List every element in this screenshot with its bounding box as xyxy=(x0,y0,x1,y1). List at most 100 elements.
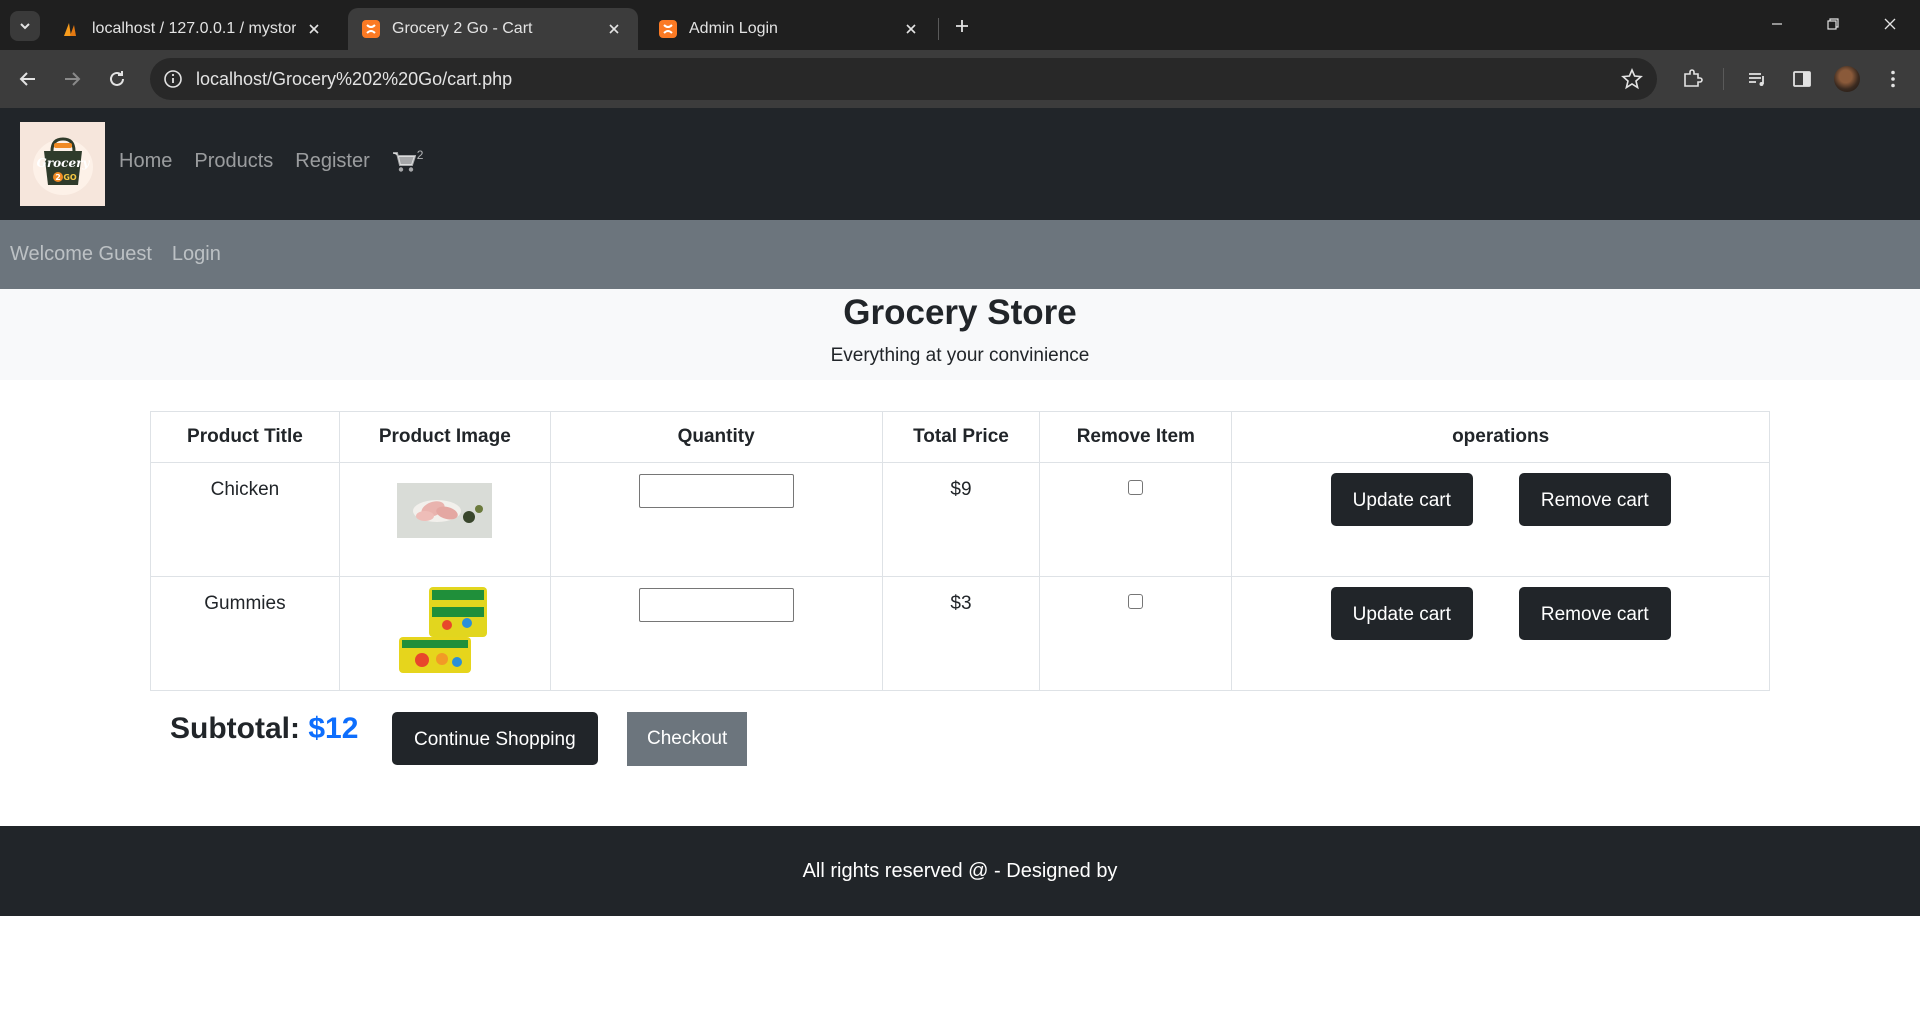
close-icon[interactable] xyxy=(304,19,324,39)
close-icon xyxy=(1884,18,1896,30)
reload-button[interactable] xyxy=(101,63,133,95)
chicken-product-image xyxy=(397,483,493,538)
tab-label: Admin Login xyxy=(689,20,778,37)
column-header: Quantity xyxy=(549,411,883,463)
page-content: Grocery 2 GO Home Products Register 2 We… xyxy=(0,108,1920,1020)
tab-separator xyxy=(938,18,939,40)
tab-grocery-cart[interactable]: Grocery 2 Go - Cart xyxy=(348,8,638,50)
tab-label: Grocery 2 Go - Cart xyxy=(392,20,533,37)
nav-cart-link[interactable]: 2 xyxy=(392,147,424,173)
column-header: Product Title xyxy=(150,411,340,463)
close-icon[interactable] xyxy=(901,19,921,39)
tab-mystore[interactable]: localhost / 127.0.0.1 / mystore | xyxy=(48,8,338,50)
remove-item-cell xyxy=(1039,576,1233,691)
site-navbar: Grocery 2 GO Home Products Register 2 xyxy=(0,108,1920,220)
table-header-row: Product Title Product Image Quantity Tot… xyxy=(150,411,1770,463)
toolbar-separator xyxy=(1723,68,1724,90)
nav-home-link[interactable]: Home xyxy=(119,150,172,173)
bookmark-star-icon[interactable] xyxy=(1621,68,1643,90)
nav-products-link[interactable]: Products xyxy=(194,150,273,173)
quantity-input[interactable] xyxy=(638,473,794,508)
tab-label: localhost / 127.0.0.1 / mystore | xyxy=(92,20,296,37)
forward-button[interactable] xyxy=(56,63,88,95)
column-header: Product Image xyxy=(338,411,551,463)
side-panel-button[interactable] xyxy=(1789,66,1815,92)
login-link[interactable]: Login xyxy=(172,243,221,266)
arrow-right-icon xyxy=(65,72,81,86)
operations-cell: Update cart Remove cart xyxy=(1231,576,1770,691)
xampp-icon xyxy=(659,20,677,38)
welcome-text: Welcome Guest xyxy=(10,243,152,265)
browser-toolbar: localhost/Grocery%202%20Go/cart.php xyxy=(0,50,1920,108)
arrow-left-icon xyxy=(19,72,35,86)
plus-icon xyxy=(956,20,968,32)
page-title: Grocery Store xyxy=(843,293,1077,332)
welcome-bar: Welcome Guest Login xyxy=(0,220,1920,289)
site-footer: All rights reserved @ - Designed by xyxy=(0,826,1920,916)
quantity-cell xyxy=(549,576,883,691)
site-logo[interactable]: Grocery 2 GO xyxy=(20,122,105,206)
column-header: operations xyxy=(1231,411,1770,463)
nav-links: Home Products Register 2 xyxy=(119,147,424,173)
media-controls-button[interactable] xyxy=(1744,66,1770,92)
close-icon[interactable] xyxy=(604,19,624,39)
product-title-cell: Gummies xyxy=(150,576,340,691)
side-panel-icon xyxy=(1793,71,1811,87)
minimize-icon xyxy=(1772,23,1782,25)
update-cart-button[interactable]: Update cart xyxy=(1330,473,1473,526)
subtotal: Subtotal: $12 xyxy=(170,712,358,746)
svg-text:2: 2 xyxy=(55,173,61,182)
remove-cart-button[interactable]: Remove cart xyxy=(1518,587,1671,640)
back-button[interactable] xyxy=(12,63,44,95)
nav-register-link[interactable]: Register xyxy=(295,150,369,173)
browser-menu-button[interactable] xyxy=(1880,66,1906,92)
subtotal-label: Subtotal: xyxy=(170,712,300,745)
remove-cart-button[interactable]: Remove cart xyxy=(1518,473,1671,526)
table-row: Chicken $9 Update cart Remove cart xyxy=(150,462,1770,577)
reload-icon xyxy=(110,71,124,86)
new-tab-button[interactable] xyxy=(948,12,976,40)
checkout-button[interactable]: Checkout xyxy=(627,712,748,766)
remove-item-checkbox[interactable] xyxy=(1128,480,1144,495)
product-image-cell xyxy=(338,462,551,577)
svg-text:GO: GO xyxy=(63,173,77,182)
operations-cell: Update cart Remove cart xyxy=(1231,462,1770,577)
tab-search-button[interactable] xyxy=(10,11,40,41)
footer-text: All rights reserved @ - Designed by xyxy=(802,859,1118,882)
kebab-menu-icon xyxy=(1891,70,1895,88)
quantity-input[interactable] xyxy=(638,587,794,622)
site-info-icon[interactable] xyxy=(162,68,184,90)
product-title-cell: Chicken xyxy=(150,462,340,577)
column-header: Remove Item xyxy=(1039,411,1233,463)
shopping-cart-icon xyxy=(392,151,416,172)
table-row: Gummies $3 Update cart Remove cart xyxy=(150,576,1770,691)
profile-avatar[interactable] xyxy=(1834,66,1860,92)
continue-shopping-button[interactable]: Continue Shopping xyxy=(392,712,598,765)
minimize-button[interactable] xyxy=(1754,6,1800,42)
close-window-button[interactable] xyxy=(1867,6,1913,42)
quantity-cell xyxy=(549,462,883,577)
page-subtitle: Everything at your convinience xyxy=(830,345,1090,366)
restore-icon xyxy=(1827,18,1839,30)
column-header: Total Price xyxy=(881,411,1041,463)
remove-item-checkbox[interactable] xyxy=(1128,594,1144,609)
remove-item-cell xyxy=(1039,462,1233,577)
url-text: localhost/Grocery%202%20Go/cart.php xyxy=(196,69,513,89)
address-bar[interactable]: localhost/Grocery%202%20Go/cart.php xyxy=(150,58,1657,100)
tab-admin-login[interactable]: Admin Login xyxy=(645,8,935,50)
cart-table: Product Title Product Image Quantity Tot… xyxy=(150,411,1770,691)
xampp-icon xyxy=(362,20,380,38)
browser-tabstrip: localhost / 127.0.0.1 / mystore | Grocer… xyxy=(0,0,1920,50)
extensions-button[interactable] xyxy=(1679,66,1705,92)
chevron-down-icon xyxy=(20,23,30,30)
gummies-product-image xyxy=(397,585,493,677)
puzzle-icon xyxy=(1684,69,1703,87)
total-price-cell: $3 xyxy=(881,576,1041,691)
restore-button[interactable] xyxy=(1810,6,1856,42)
playlist-icon xyxy=(1749,73,1764,86)
phpmyadmin-icon xyxy=(64,23,76,36)
update-cart-button[interactable]: Update cart xyxy=(1330,587,1473,640)
cart-count-badge: 2 xyxy=(416,147,424,162)
product-image-cell xyxy=(338,576,551,691)
hero-section: Grocery Store Everything at your convini… xyxy=(0,289,1920,380)
